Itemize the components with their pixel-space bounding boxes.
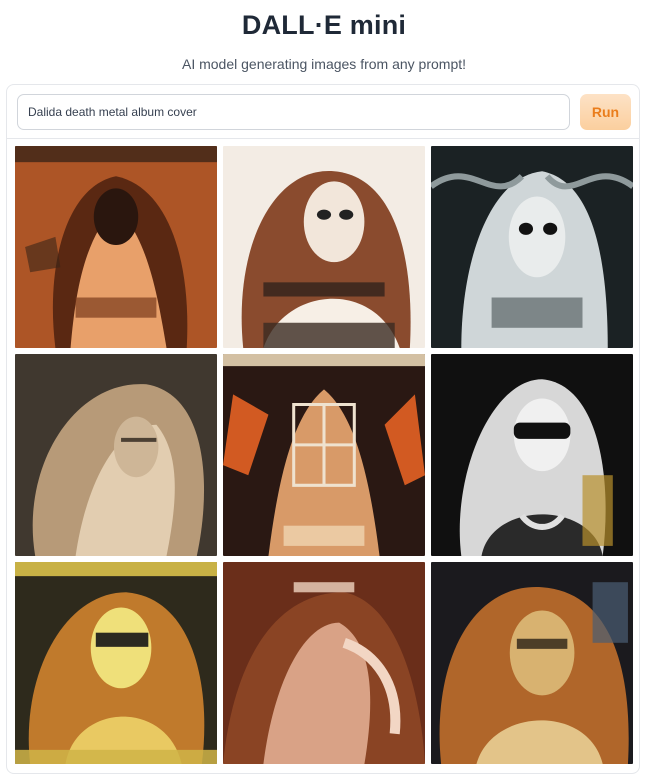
generated-image-6[interactable] bbox=[431, 354, 633, 556]
prompt-input[interactable] bbox=[17, 94, 570, 130]
generated-image-9[interactable] bbox=[431, 562, 633, 764]
page-subtitle: AI model generating images from any prom… bbox=[181, 56, 467, 72]
page-title: DALL·E mini bbox=[241, 10, 407, 40]
generator-panel: Run bbox=[6, 84, 640, 774]
generated-image-4[interactable] bbox=[15, 354, 217, 556]
generated-image-3[interactable] bbox=[431, 146, 633, 348]
dalle-mini-page: DALL·E mini AI model generating images f… bbox=[0, 0, 648, 779]
image-gallery bbox=[15, 146, 633, 766]
panel-divider bbox=[7, 138, 639, 139]
generated-image-8[interactable] bbox=[223, 562, 425, 764]
generated-image-2[interactable] bbox=[223, 146, 425, 348]
run-button[interactable]: Run bbox=[580, 94, 631, 130]
generated-image-7[interactable] bbox=[15, 562, 217, 764]
generated-image-1[interactable] bbox=[15, 146, 217, 348]
prompt-row: Run bbox=[17, 94, 631, 130]
generated-image-5[interactable] bbox=[223, 354, 425, 556]
